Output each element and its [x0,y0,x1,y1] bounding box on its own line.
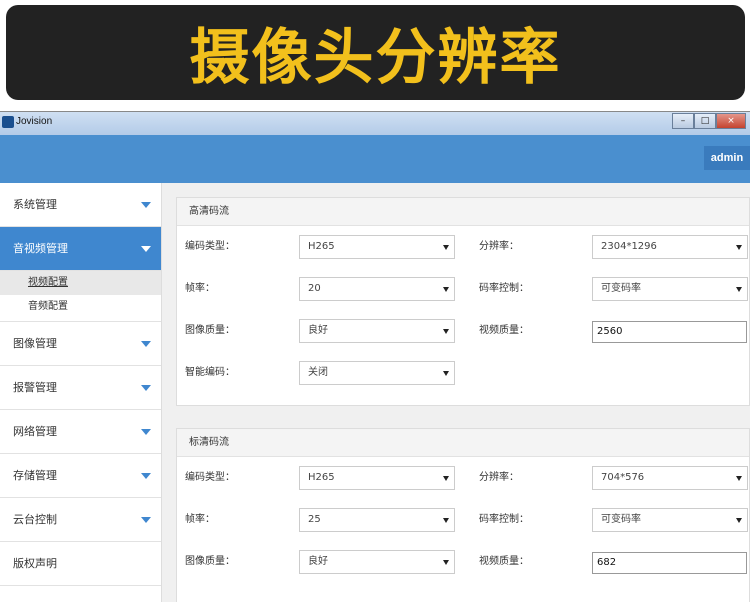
sidebar-item-label: 音视频管理 [13,242,68,255]
minimize-button[interactable]: – [672,113,694,129]
sidebar-item-alarm[interactable]: 报警管理 [0,366,161,410]
sidebar-item-storage[interactable]: 存储管理 [0,454,161,498]
chevron-down-icon [443,287,449,292]
window-controls: – □ × [672,113,746,129]
framerate-value: 25 [308,514,321,525]
caret-down-icon [141,429,151,435]
caret-down-icon [141,246,151,252]
sidebar: 系统管理 音视频管理 视频配置 音频配置 图像管理 报警管理 网络管理 存储管理… [0,183,162,602]
main-content: 高清码流 编码类型： H265 分辨率： 2304*1296 帧率： 20 码率… [162,183,750,602]
chevron-down-icon [443,329,449,334]
resolution-label: 分辨率： [479,241,519,252]
codec-select[interactable]: H265 [299,466,455,490]
sidebar-item-image[interactable]: 图像管理 [0,322,161,366]
subitem-video-config[interactable]: 视频配置 [0,271,161,295]
bitrate-control-value: 可变码率 [601,514,641,525]
sidebar-item-label: 图像管理 [13,337,57,350]
resolution-value: 704*576 [601,472,645,483]
framerate-label: 帧率： [185,283,215,294]
codec-label: 编码类型： [185,472,235,483]
panel-title: 标清码流 [177,429,749,457]
framerate-label: 帧率： [185,514,215,525]
app-header: admin [0,135,750,183]
banner-title: 摄像头分辨率 [189,23,562,93]
resolution-label: 分辨率： [479,472,519,483]
framerate-select[interactable]: 20 [299,277,455,301]
bitrate-control-label: 码率控制： [479,514,529,525]
framerate-select[interactable]: 25 [299,508,455,532]
image-quality-select[interactable]: 良好 [299,319,455,343]
sidebar-item-ptz[interactable]: 云台控制 [0,498,161,542]
caret-down-icon [141,341,151,347]
video-quality-input[interactable]: 682 [592,552,747,574]
sidebar-item-label: 存储管理 [13,469,57,482]
sidebar-item-av[interactable]: 音视频管理 [0,227,161,271]
sidebar-item-network[interactable]: 网络管理 [0,410,161,454]
caret-down-icon [141,517,151,523]
chevron-down-icon [736,476,742,481]
codec-value: H265 [308,472,335,483]
sidebar-item-copyright[interactable]: 版权声明 [0,542,161,586]
codec-select[interactable]: H265 [299,235,455,259]
codec-label: 编码类型： [185,241,235,252]
subitem-audio-config[interactable]: 音频配置 [0,295,161,319]
sidebar-item-label: 报警管理 [13,381,57,394]
image-quality-value: 良好 [308,325,328,336]
caret-down-icon [141,385,151,391]
bitrate-control-select[interactable]: 可变码率 [592,508,748,532]
sidebar-item-label: 版权声明 [13,557,57,570]
sidebar-item-label: 云台控制 [13,513,57,526]
window-titlebar: Jovision – □ × [0,111,750,135]
chevron-down-icon [443,518,449,523]
sd-stream-panel: 标清码流 编码类型： H265 分辨率： 704*576 帧率： 25 码率控制… [176,428,750,602]
video-quality-input[interactable]: 2560 [592,321,747,343]
panel-title: 高清码流 [177,198,749,226]
window-title: Jovision [16,116,53,127]
bitrate-control-label: 码率控制： [479,283,529,294]
title-banner: 摄像头分辨率 [6,5,745,100]
chevron-down-icon [736,518,742,523]
user-button[interactable]: admin [704,146,750,170]
bitrate-control-select[interactable]: 可变码率 [592,277,748,301]
caret-down-icon [141,202,151,208]
image-quality-label: 图像质量： [185,325,235,336]
chevron-down-icon [443,371,449,376]
smart-codec-select[interactable]: 关闭 [299,361,455,385]
sidebar-item-label: 系统管理 [13,198,57,211]
chevron-down-icon [736,245,742,250]
sidebar-item-label: 网络管理 [13,425,57,438]
image-quality-value: 良好 [308,556,328,567]
image-quality-select[interactable]: 良好 [299,550,455,574]
chevron-down-icon [443,476,449,481]
sidebar-item-system[interactable]: 系统管理 [0,183,161,227]
caret-down-icon [141,473,151,479]
close-button[interactable]: × [716,113,746,129]
chevron-down-icon [443,245,449,250]
video-quality-label: 视频质量： [479,325,529,336]
chevron-down-icon [443,560,449,565]
resolution-select[interactable]: 2304*1296 [592,235,748,259]
maximize-button[interactable]: □ [694,113,716,129]
hd-stream-panel: 高清码流 编码类型： H265 分辨率： 2304*1296 帧率： 20 码率… [176,197,750,406]
smart-codec-label: 智能编码： [185,367,235,378]
video-quality-label: 视频质量： [479,556,529,567]
bitrate-control-value: 可变码率 [601,283,641,294]
image-quality-label: 图像质量： [185,556,235,567]
chevron-down-icon [736,287,742,292]
smart-codec-value: 关闭 [308,367,328,378]
sidebar-submenu: 视频配置 音频配置 [0,271,161,322]
resolution-value: 2304*1296 [601,241,657,252]
framerate-value: 20 [308,283,321,294]
codec-value: H265 [308,241,335,252]
resolution-select[interactable]: 704*576 [592,466,748,490]
app-logo-icon [2,116,14,128]
